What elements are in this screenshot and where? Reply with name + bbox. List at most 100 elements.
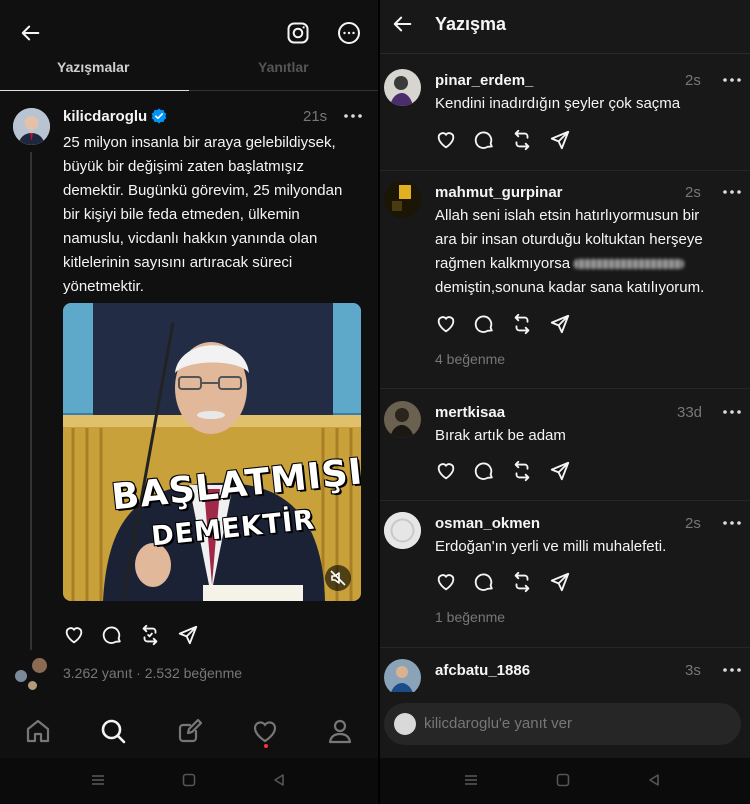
more-icon[interactable] (337, 21, 361, 45)
home-button-icon[interactable] (556, 773, 570, 787)
avatar[interactable] (384, 181, 421, 218)
menu-icon[interactable] (464, 773, 478, 787)
avatar (394, 713, 416, 735)
thread-line (30, 152, 32, 650)
more-icon[interactable] (722, 404, 742, 420)
replies-panel: Yazışma pinar_erdem_ 2s Kendini inadırdı… (380, 0, 750, 804)
heart-icon[interactable] (435, 571, 457, 593)
comment-icon[interactable] (473, 460, 495, 482)
back-arrow-icon[interactable] (392, 13, 414, 35)
comment-icon[interactable] (473, 313, 495, 335)
menu-icon[interactable] (91, 773, 105, 787)
comment-icon[interactable] (101, 624, 123, 646)
profile-icon[interactable] (326, 717, 354, 745)
share-icon[interactable] (549, 129, 571, 151)
header-divider (380, 53, 750, 54)
avatar[interactable] (384, 512, 421, 549)
comment-username[interactable]: pinar_erdem_ (435, 72, 533, 89)
post-line: bir kişiyi bile feda etmeden, ülkemin (63, 206, 300, 223)
comment-line: ara bir insan oturduğu koltuktan herşeye (435, 231, 703, 248)
comment-item: mertkisaa 33d Bırak artık be adam (380, 400, 750, 500)
comment-time: 3s (685, 662, 701, 679)
system-nav-bar (380, 758, 750, 804)
avatar[interactable] (384, 659, 421, 692)
repost-icon[interactable] (511, 129, 533, 151)
comment-divider (380, 388, 750, 389)
tab-replies[interactable]: Yanıtlar (258, 59, 309, 75)
post-line: 25 milyon insanla bir araya gelebildiyse… (63, 134, 336, 151)
post-line: namuslu, vicdanlı hakkın yanında olan (63, 230, 318, 247)
back-button-icon[interactable] (272, 773, 286, 787)
avatar[interactable] (13, 108, 50, 145)
post-line: yönetmektir. (63, 278, 144, 295)
share-icon[interactable] (549, 571, 571, 593)
comment-actions (435, 313, 571, 335)
tab-divider (189, 90, 378, 91)
comment-item: pinar_erdem_ 2s Kendini inadırdığın şeyl… (380, 68, 750, 168)
reply-input[interactable]: kilicdaroglu'e yanıt ver (384, 703, 741, 745)
post-line: büyük bir değişimi zaten başlatmışız (63, 158, 304, 175)
mute-icon[interactable] (325, 565, 351, 591)
comment-icon[interactable] (473, 571, 495, 593)
heart-icon[interactable] (435, 313, 457, 335)
home-button-icon[interactable] (182, 773, 196, 787)
redacted-text (574, 259, 685, 270)
comment-username[interactable]: osman_okmen (435, 515, 540, 532)
repost-icon[interactable] (139, 624, 161, 646)
repost-icon[interactable] (511, 460, 533, 482)
avatar[interactable] (384, 401, 421, 438)
more-icon[interactable] (722, 662, 742, 678)
comment-divider (380, 647, 750, 648)
tab-threads[interactable]: Yazışmalar (57, 59, 129, 75)
comment-time: 2s (685, 72, 701, 89)
bottom-nav (0, 705, 378, 757)
heart-icon[interactable] (435, 129, 457, 151)
comment-actions (435, 571, 571, 593)
comment-username[interactable]: afcbatu_1886 (435, 662, 530, 679)
avatar[interactable] (384, 69, 421, 106)
comment-username[interactable]: mahmut_gurpinar (435, 184, 563, 201)
video-frame (63, 303, 361, 601)
comment-icon[interactable] (473, 129, 495, 151)
activity-icon[interactable] (251, 717, 279, 745)
post-author[interactable]: kilicdaroglu (63, 108, 147, 125)
compose-icon[interactable] (176, 717, 204, 745)
system-nav-bar (0, 758, 378, 804)
heart-icon[interactable] (63, 624, 85, 646)
comment-actions (435, 129, 571, 151)
share-icon[interactable] (549, 313, 571, 335)
more-icon[interactable] (722, 72, 742, 88)
more-icon[interactable] (722, 184, 742, 200)
repost-icon[interactable] (511, 571, 533, 593)
comment-divider (380, 170, 750, 171)
comment-item: mahmut_gurpinar 2s Allah seni islah etsi… (380, 180, 750, 380)
search-icon[interactable] (99, 717, 127, 745)
comment-likes[interactable]: 1 beğenme (435, 609, 505, 625)
comment-text: Erdoğan'ın yerli ve milli muhalefeti. (435, 538, 667, 555)
reply-placeholder: kilicdaroglu'e yanıt ver (424, 715, 572, 732)
heart-icon[interactable] (435, 460, 457, 482)
page-title: Yazışma (435, 14, 507, 34)
notification-dot (264, 744, 268, 748)
post-stats[interactable]: 3.262 yanıt · 2.532 beğenme (63, 665, 242, 681)
comment-actions (435, 460, 571, 482)
avatar (27, 680, 38, 691)
post-video[interactable]: BAŞLATMIŞIZ DEMEKTİR (63, 303, 361, 601)
back-button-icon[interactable] (647, 773, 661, 787)
more-icon[interactable] (722, 515, 742, 531)
repost-icon[interactable] (511, 313, 533, 335)
post-more-icon[interactable] (343, 108, 363, 124)
comment-text: Bırak artık be adam (435, 427, 566, 444)
comment-text: Allah seni islah etsin hatırlıyormusun b… (435, 204, 735, 300)
comment-divider (380, 500, 750, 501)
share-icon[interactable] (177, 624, 199, 646)
comment-likes[interactable]: 4 beğenme (435, 351, 505, 367)
instagram-icon[interactable] (286, 21, 310, 45)
home-icon[interactable] (24, 717, 52, 745)
comment-text: Kendini inadırdığın şeyler çok saçma (435, 95, 681, 112)
comment-username[interactable]: mertkisaa (435, 404, 505, 421)
comment-line: Allah seni islah etsin hatırlıyormusun b… (435, 207, 700, 224)
post-text: 25 milyon insanla bir araya gelebildiyse… (63, 131, 363, 299)
share-icon[interactable] (549, 460, 571, 482)
back-arrow-icon[interactable] (20, 22, 42, 44)
